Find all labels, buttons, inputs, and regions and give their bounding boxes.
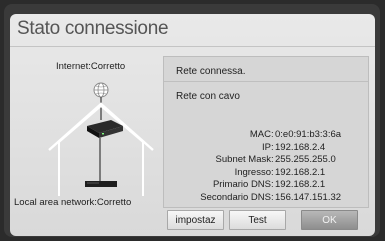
detail-value: 192.168.2.1 [275, 179, 326, 190]
detail-row-mac: MAC:0:e0:91:b3:3:6a [249, 129, 342, 140]
dialog-title: Stato connessione [17, 18, 169, 39]
dialog-title-bar: Stato connessione [10, 14, 375, 47]
detail-key: Ingresso [234, 166, 271, 178]
internet-status-label: Internet:Corretto [56, 61, 126, 72]
router-icon [87, 120, 123, 138]
detail-row-subnet: Subnet Mask:255.255.255.0 [215, 154, 336, 165]
detail-key: IP [262, 141, 271, 153]
connection-status-text: Rete connessa. [176, 66, 246, 77]
connection-type-text: Rete con cavo [176, 91, 240, 102]
network-details: MAC:0:e0:91:b3:3:6a IP:192.168.2.4 Subne… [164, 129, 368, 204]
detail-key: Primario DNS [212, 179, 271, 190]
connection-status-dialog: Stato connessione Internet:Corretto Loca… [10, 14, 375, 236]
detail-key: Secondario DNS [200, 191, 271, 203]
lan-status-label: Local area network:Corretto [14, 197, 132, 208]
test-button[interactable]: Test [229, 210, 286, 230]
detail-row-gateway: Ingresso:192.168.2.1 [234, 166, 326, 178]
detail-row-ip: IP:192.168.2.4 [262, 141, 326, 153]
detail-key: MAC [249, 129, 271, 140]
player-device-icon [85, 181, 117, 187]
connection-status-row: Rete connessa. [164, 57, 368, 82]
network-diagram: Internet:Corretto Local area network:Cor… [10, 47, 160, 208]
detail-value: 255.255.255.0 [275, 154, 336, 165]
detail-key: Subnet Mask [215, 154, 271, 165]
detail-value: 192.168.2.4 [275, 141, 326, 153]
detail-value: 0:e0:91:b3:3:6a [275, 129, 342, 140]
network-diagram-graphic [48, 82, 154, 196]
detail-value: 192.168.2.1 [275, 166, 326, 178]
detail-row-primary-dns: Primario DNS:192.168.2.1 [212, 179, 326, 190]
settings-button[interactable]: impostaz [167, 210, 224, 230]
detail-value: 156.147.151.32 [275, 191, 342, 203]
globe-icon [93, 82, 109, 98]
detail-row-secondary-dns: Secondario DNS:156.147.151.32 [200, 191, 342, 203]
ok-button[interactable]: OK [301, 210, 358, 230]
connection-info-panel: Rete connessa. Rete con cavo MAC:0:e0:91… [163, 56, 369, 208]
